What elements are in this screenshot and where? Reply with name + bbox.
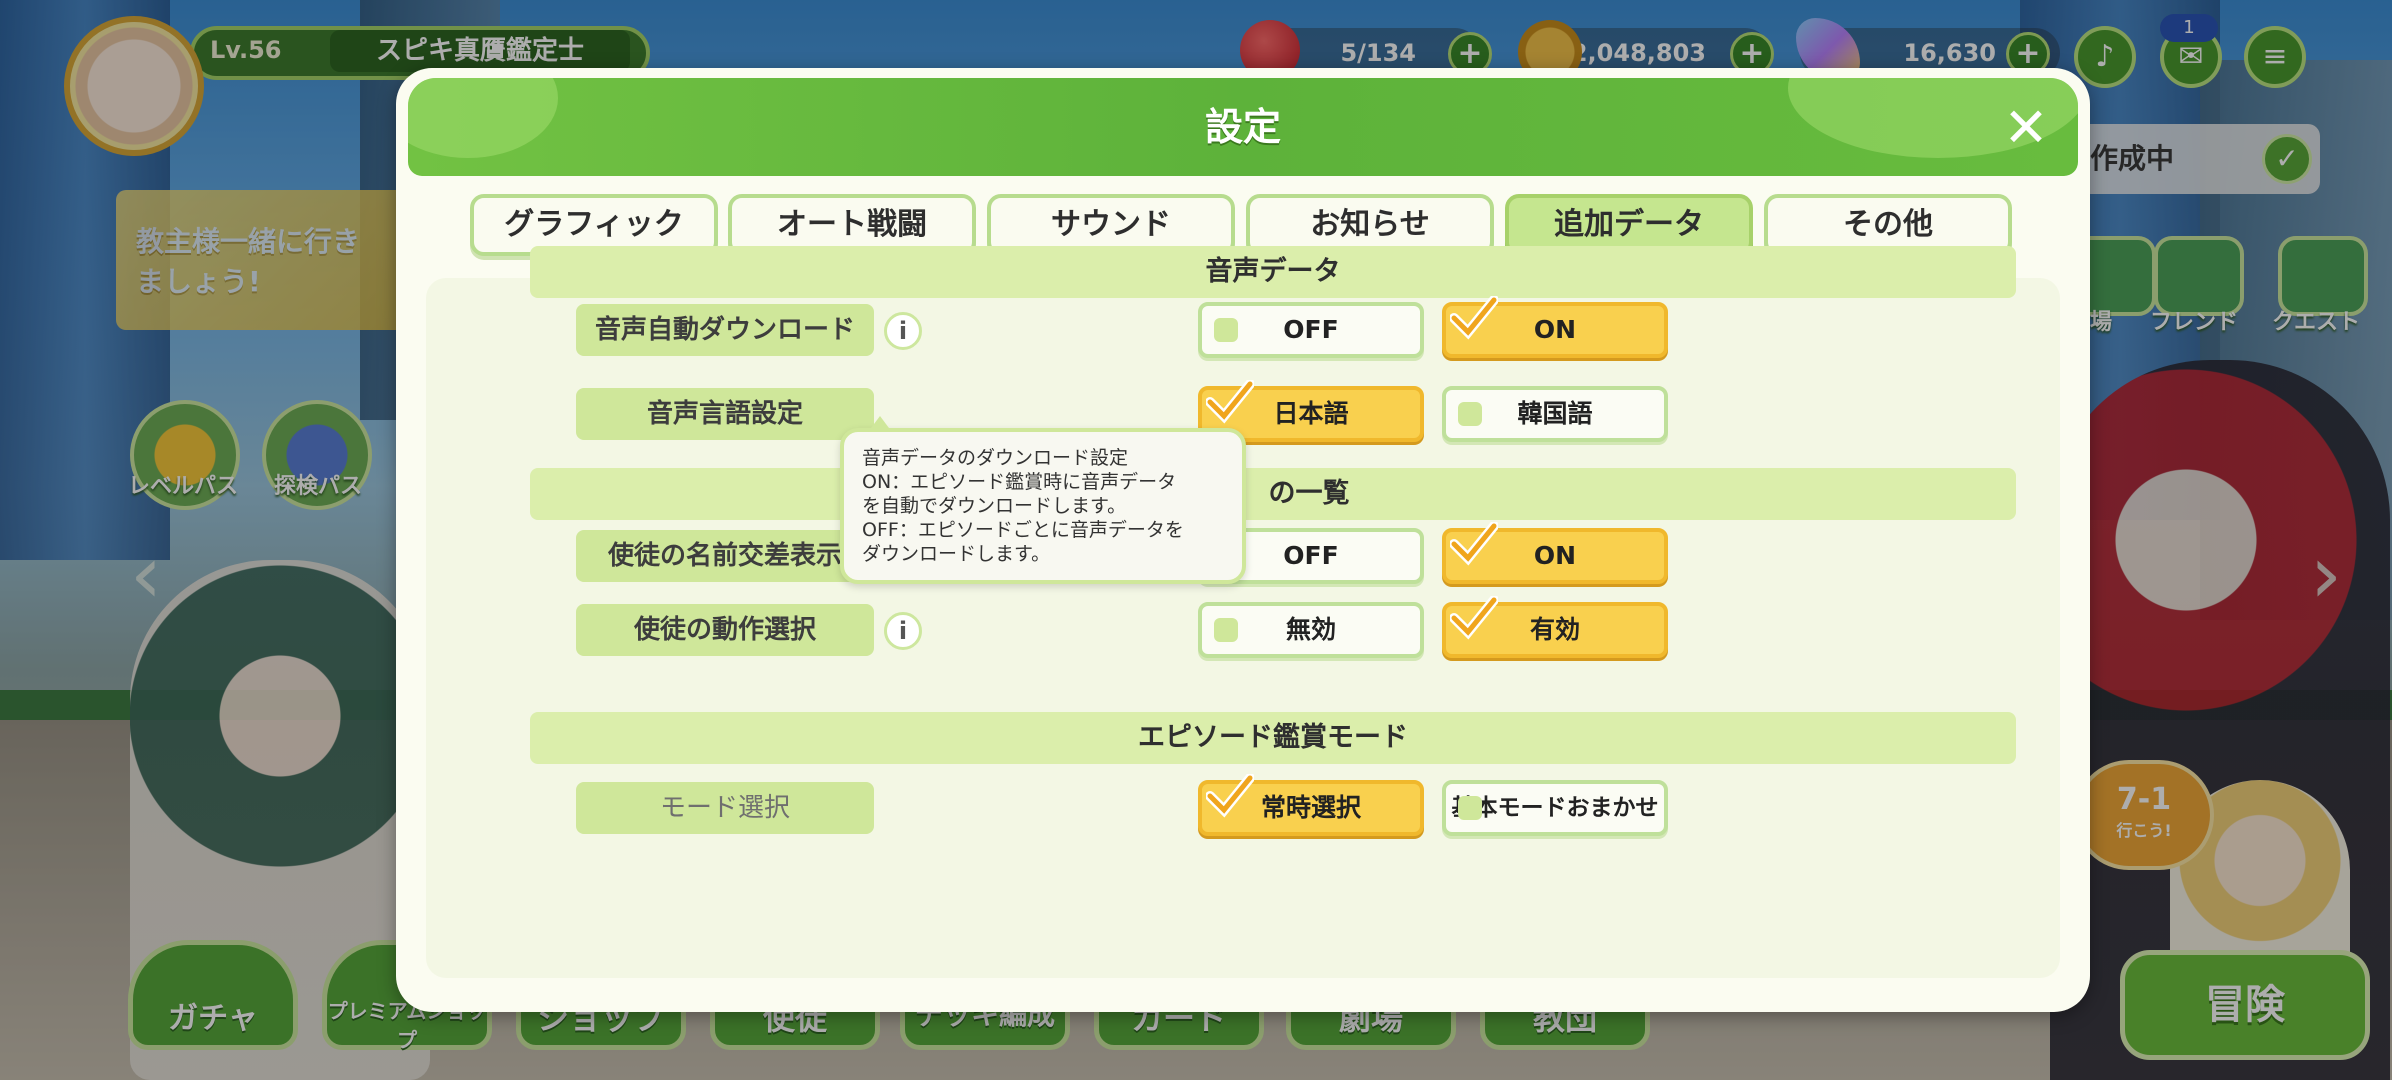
checkbox-icon	[1458, 796, 1482, 820]
motion-label: 使徒の動作選択	[576, 604, 874, 656]
name-cross-on-option[interactable]: ON	[1442, 522, 1668, 584]
auto-download-tooltip: 音声データのダウンロード設定 ON：エピソード鑑賞時に音声データ を自動でダウン…	[840, 416, 1246, 584]
checkbox-icon	[1458, 402, 1482, 426]
motion-info-icon[interactable]: i	[884, 612, 922, 650]
name-cross-label: 使徒の名前交差表示	[576, 530, 874, 582]
option-label: 無効	[1285, 615, 1336, 644]
option-label: ON	[1533, 541, 1577, 570]
close-icon[interactable]: ✕	[1998, 100, 2054, 156]
checkmark-icon	[1450, 522, 1498, 566]
auto-download-label: 音声自動ダウンロード	[576, 304, 874, 356]
voice-language-label: 音声言語設定	[576, 388, 874, 440]
option-label: ON	[1533, 315, 1577, 344]
tooltip-line: ON：エピソード鑑賞時に音声データ	[862, 471, 1177, 493]
dialog-title: 設定	[1204, 105, 1281, 149]
checkmark-icon	[1450, 296, 1498, 340]
tooltip-line: OFF：エピソードごとに音声データを	[862, 519, 1184, 541]
tooltip-line: ダウンロードします。	[862, 543, 1051, 565]
checkmark-icon	[1450, 596, 1498, 640]
language-korean-option[interactable]: 韓国語	[1442, 386, 1668, 442]
option-label: OFF	[1283, 315, 1339, 344]
tooltip-line: を自動でダウンロードします。	[862, 495, 1127, 517]
option-label: 有効	[1529, 615, 1580, 644]
section-voice-data: 音声データ	[530, 246, 2016, 298]
auto-download-info-icon[interactable]: i	[884, 312, 922, 350]
option-label: 日本語	[1273, 399, 1349, 428]
mode-select-label: モード選択	[576, 782, 874, 834]
section-episode-mode: エピソード鑑賞モード	[530, 712, 2016, 764]
tooltip-line: 音声データのダウンロード設定	[862, 447, 1129, 469]
auto-download-off-option[interactable]: OFF	[1198, 302, 1424, 358]
option-label: 常時選択	[1260, 793, 1361, 822]
section-list: の一覧	[530, 468, 2016, 520]
auto-download-on-option[interactable]: ON	[1442, 296, 1668, 358]
mode-always-option[interactable]: 常時選択	[1198, 774, 1424, 836]
option-label: 基本モードおまかせ	[1451, 795, 1659, 821]
checkmark-icon	[1206, 380, 1254, 424]
tooltip-arrow	[868, 416, 892, 432]
motion-enabled-option[interactable]: 有効	[1442, 596, 1668, 658]
checkbox-icon	[1214, 318, 1238, 342]
mode-auto-option[interactable]: 基本モードおまかせ	[1442, 780, 1668, 836]
settings-panel: 音声データ 音声自動ダウンロード i OFF ON 音声言語設定 日本語 韓国語…	[426, 246, 2060, 978]
checkmark-icon	[1206, 774, 1254, 818]
motion-disabled-option[interactable]: 無効	[1198, 602, 1424, 658]
checkbox-icon	[1214, 618, 1238, 642]
option-label: 韓国語	[1517, 399, 1593, 428]
option-label: OFF	[1283, 541, 1339, 570]
dialog-header: 設定 ✕	[408, 78, 2078, 176]
